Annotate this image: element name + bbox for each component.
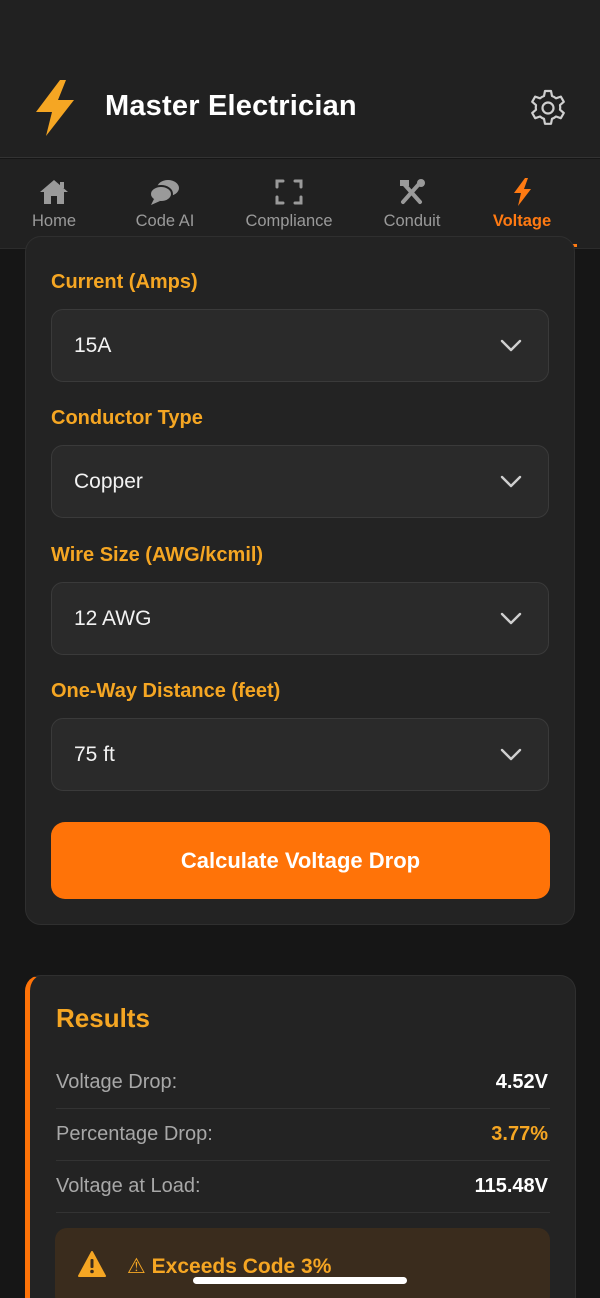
chevron-down-icon bbox=[500, 748, 522, 761]
result-value: 4.52V bbox=[495, 1071, 548, 1093]
distance-select[interactable]: 75 ft bbox=[51, 718, 549, 791]
wire-size-value: 12 AWG bbox=[74, 607, 152, 630]
result-label: Voltage Drop: bbox=[56, 1071, 178, 1093]
result-row-voltage-drop: Voltage Drop: 4.52V bbox=[56, 1057, 550, 1109]
home-indicator[interactable] bbox=[193, 1277, 407, 1284]
chevron-down-icon bbox=[500, 339, 522, 352]
tab-label: Compliance bbox=[245, 212, 333, 230]
chat-icon bbox=[149, 180, 179, 205]
results-title: Results bbox=[56, 1003, 150, 1033]
conductor-label: Conductor Type bbox=[51, 407, 203, 429]
tab-label: Home bbox=[31, 212, 76, 230]
result-label: Voltage at Load: bbox=[56, 1175, 201, 1197]
lightning-bolt-icon bbox=[514, 178, 531, 206]
chevron-down-icon bbox=[500, 475, 522, 488]
wire-size-label: Wire Size (AWG/kcmil) bbox=[51, 544, 264, 566]
conductor-select[interactable]: Copper bbox=[51, 445, 549, 518]
warning-text: ⚠ Exceeds Code 3% bbox=[127, 1255, 332, 1278]
conductor-value: Copper bbox=[74, 470, 143, 493]
current-select[interactable]: 15A bbox=[51, 309, 549, 382]
code-warning-banner: ⚠ Exceeds Code 3% bbox=[55, 1228, 550, 1298]
app-title: Master Electrician bbox=[105, 90, 357, 122]
warning-triangle-icon bbox=[78, 1251, 106, 1277]
lightning-bolt-icon bbox=[36, 80, 74, 136]
scan-icon bbox=[275, 179, 303, 205]
chevron-down-icon bbox=[500, 612, 522, 625]
calculate-button[interactable]: Calculate Voltage Drop bbox=[51, 822, 550, 899]
current-label: Current (Amps) bbox=[51, 271, 198, 293]
distance-label: One-Way Distance (feet) bbox=[51, 680, 281, 702]
wire-size-select[interactable]: 12 AWG bbox=[51, 582, 549, 655]
result-row-voltage-at-load: Voltage at Load: 115.48V bbox=[56, 1161, 550, 1213]
result-value: 3.77% bbox=[491, 1123, 548, 1145]
tab-label: Conduit bbox=[383, 212, 441, 230]
distance-value: 75 ft bbox=[74, 743, 115, 766]
current-value: 15A bbox=[74, 334, 112, 357]
result-label: Percentage Drop: bbox=[56, 1123, 213, 1145]
tab-label: Code AI bbox=[135, 212, 195, 230]
result-value: 115.48V bbox=[474, 1175, 548, 1197]
tab-label: Voltage bbox=[492, 212, 552, 230]
result-row-percentage-drop: Percentage Drop: 3.77% bbox=[56, 1109, 550, 1161]
gear-icon[interactable] bbox=[528, 88, 568, 128]
home-icon bbox=[40, 180, 68, 204]
app-header: Master Electrician bbox=[0, 0, 600, 158]
tools-icon bbox=[400, 179, 425, 204]
